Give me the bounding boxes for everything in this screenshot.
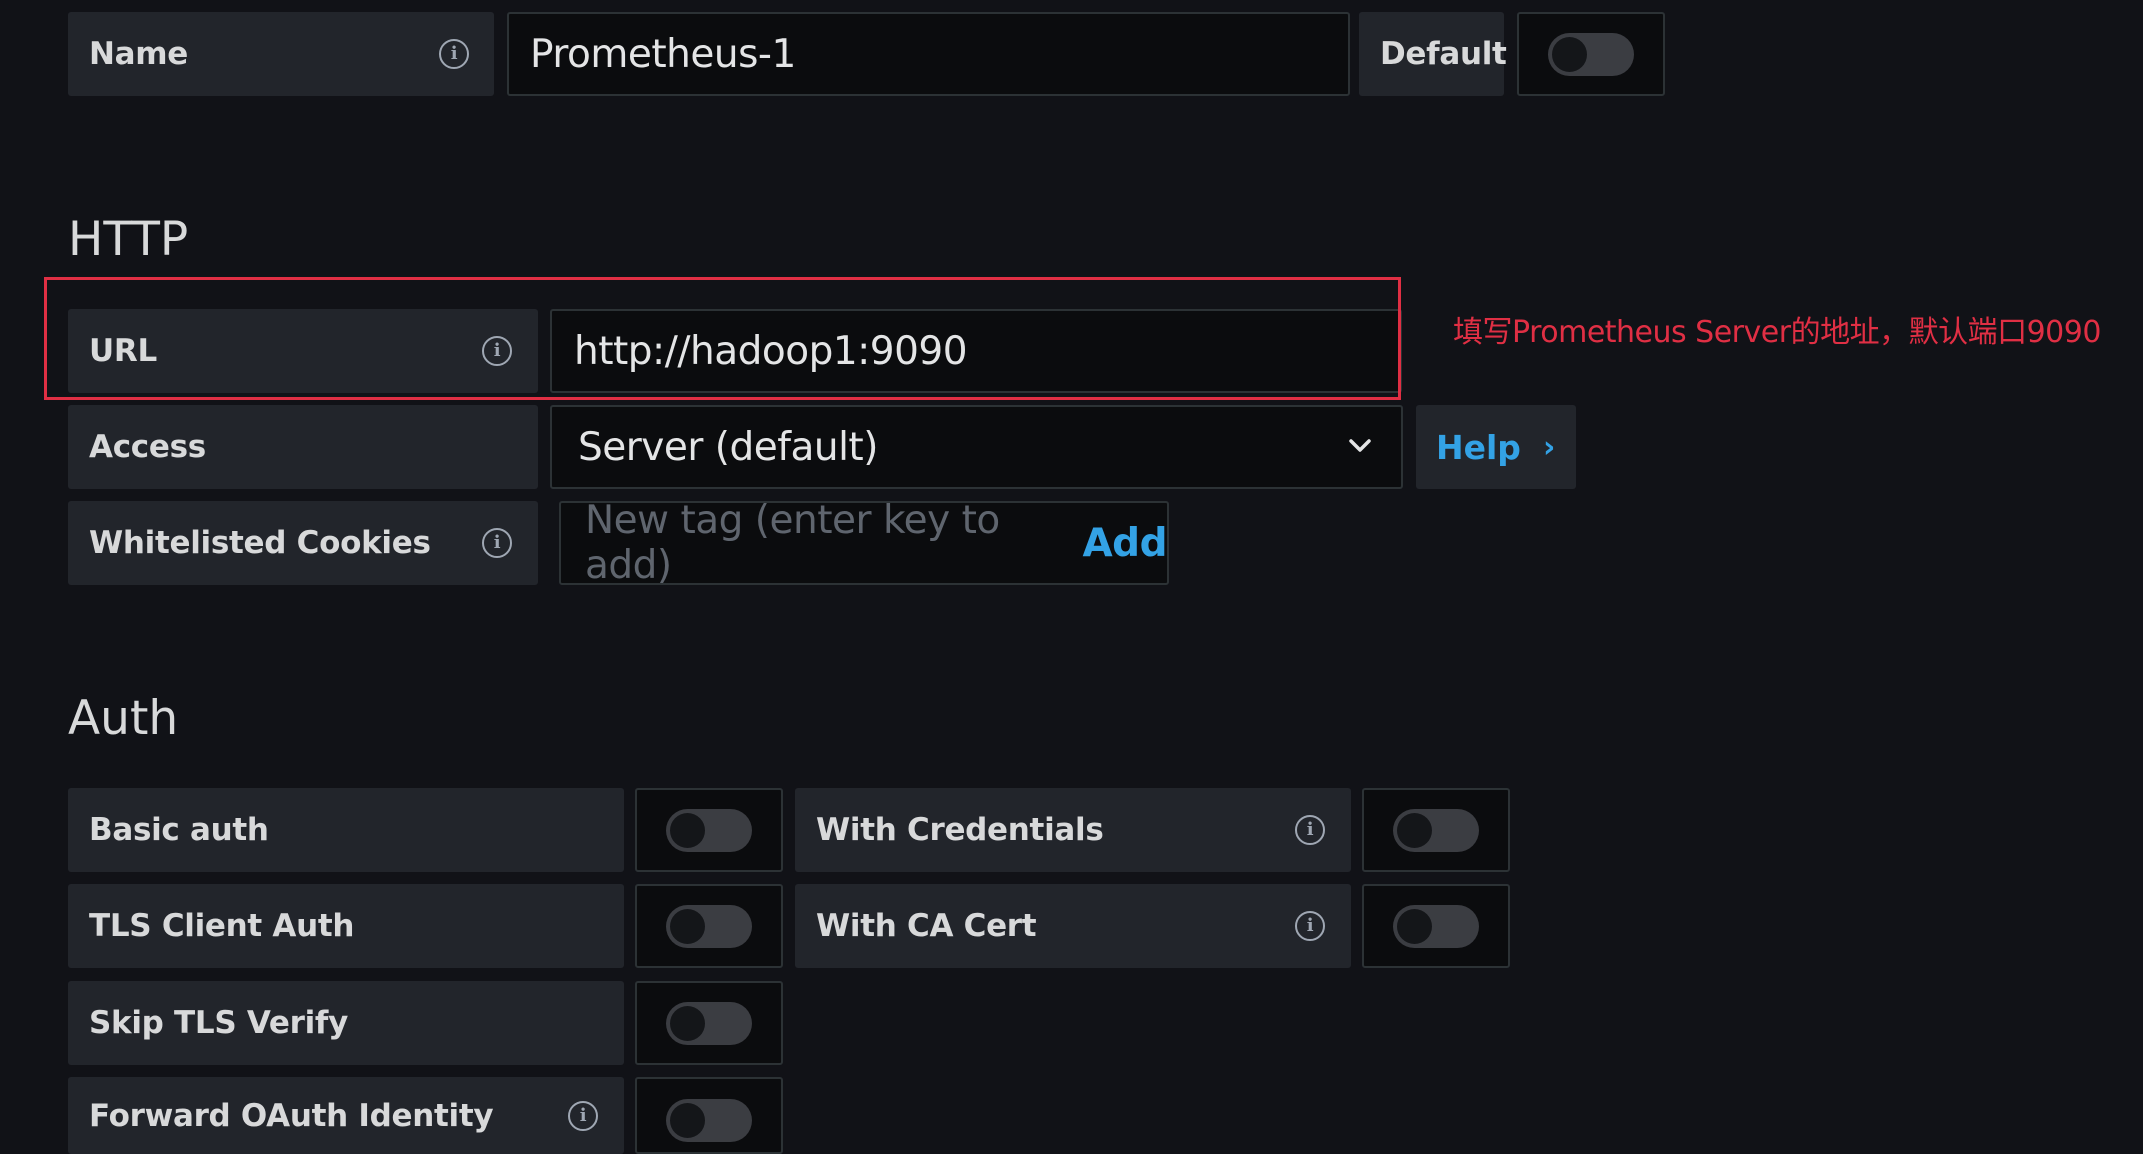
basic-auth-label-cell: Basic auth xyxy=(68,788,624,872)
with-ca-cert-label-cell: With CA Cert i xyxy=(795,884,1351,968)
default-toggle[interactable] xyxy=(1517,12,1665,96)
toggle-switch[interactable] xyxy=(666,904,752,948)
toggle-knob xyxy=(1552,36,1587,72)
skip-tls-verify-label-cell: Skip TLS Verify xyxy=(68,981,624,1065)
access-value: Server (default) xyxy=(578,424,878,470)
with-ca-cert-toggle[interactable] xyxy=(1362,884,1510,968)
toggle-knob xyxy=(670,908,705,944)
help-label: Help xyxy=(1436,427,1521,467)
name-input[interactable]: Prometheus-1 xyxy=(507,12,1350,96)
toggle-switch[interactable] xyxy=(1548,32,1634,76)
toggle-knob xyxy=(1397,908,1432,944)
auth-heading: Auth xyxy=(68,691,179,746)
access-label: Access xyxy=(89,429,206,465)
info-icon[interactable]: i xyxy=(1295,815,1325,845)
with-credentials-toggle[interactable] xyxy=(1362,788,1510,872)
cookies-placeholder[interactable]: New tag (enter key to add) xyxy=(585,498,1044,588)
with-credentials-label-cell: With Credentials i xyxy=(795,788,1351,872)
name-label: Name xyxy=(89,36,188,72)
forward-oauth-label: Forward OAuth Identity xyxy=(89,1097,494,1134)
access-select[interactable]: Server (default) xyxy=(550,405,1403,489)
toggle-switch[interactable] xyxy=(666,1099,752,1142)
forward-oauth-label-cell: Forward OAuth Identity i xyxy=(68,1077,624,1154)
toggle-knob xyxy=(670,1005,705,1041)
http-heading: HTTP xyxy=(68,212,189,267)
toggle-switch[interactable] xyxy=(1393,808,1479,852)
access-label-cell: Access xyxy=(68,405,538,489)
chevron-down-icon xyxy=(1349,439,1371,452)
annotation-text: 填写Prometheus Server的地址，默认端口9090 xyxy=(1453,315,2101,350)
info-icon[interactable]: i xyxy=(1295,911,1325,941)
cookies-tag-input[interactable]: New tag (enter key to add) Add xyxy=(559,498,1169,588)
toggle-switch[interactable] xyxy=(666,1001,752,1045)
toggle-switch[interactable] xyxy=(666,808,752,852)
toggle-knob xyxy=(1397,812,1432,848)
help-button[interactable]: Help › xyxy=(1416,405,1576,489)
basic-auth-toggle[interactable] xyxy=(635,788,783,872)
toggle-switch[interactable] xyxy=(1393,904,1479,948)
name-value: Prometheus-1 xyxy=(530,31,796,77)
chevron-right-icon: › xyxy=(1542,429,1556,465)
info-icon[interactable]: i xyxy=(568,1100,598,1131)
tls-client-auth-label: TLS Client Auth xyxy=(89,908,355,944)
tls-client-auth-toggle[interactable] xyxy=(635,884,783,968)
cookies-label-cell: Whitelisted Cookies i xyxy=(68,501,538,585)
info-icon[interactable]: i xyxy=(482,528,512,558)
with-ca-cert-label: With CA Cert xyxy=(816,908,1037,944)
toggle-knob xyxy=(670,812,705,848)
name-label-cell: Name i xyxy=(68,12,494,96)
cookies-label: Whitelisted Cookies xyxy=(89,525,431,561)
skip-tls-verify-toggle[interactable] xyxy=(635,981,783,1065)
tls-client-auth-label-cell: TLS Client Auth xyxy=(68,884,624,968)
info-icon[interactable]: i xyxy=(439,39,469,69)
forward-oauth-toggle[interactable] xyxy=(635,1077,783,1154)
highlight-box xyxy=(44,277,1401,400)
skip-tls-verify-label: Skip TLS Verify xyxy=(89,1005,349,1041)
add-button[interactable]: Add xyxy=(1082,521,1167,566)
basic-auth-label: Basic auth xyxy=(89,812,269,848)
default-label: Default xyxy=(1380,36,1507,72)
toggle-knob xyxy=(670,1103,705,1138)
with-credentials-label: With Credentials xyxy=(816,812,1104,848)
default-label-cell: Default xyxy=(1359,12,1507,96)
